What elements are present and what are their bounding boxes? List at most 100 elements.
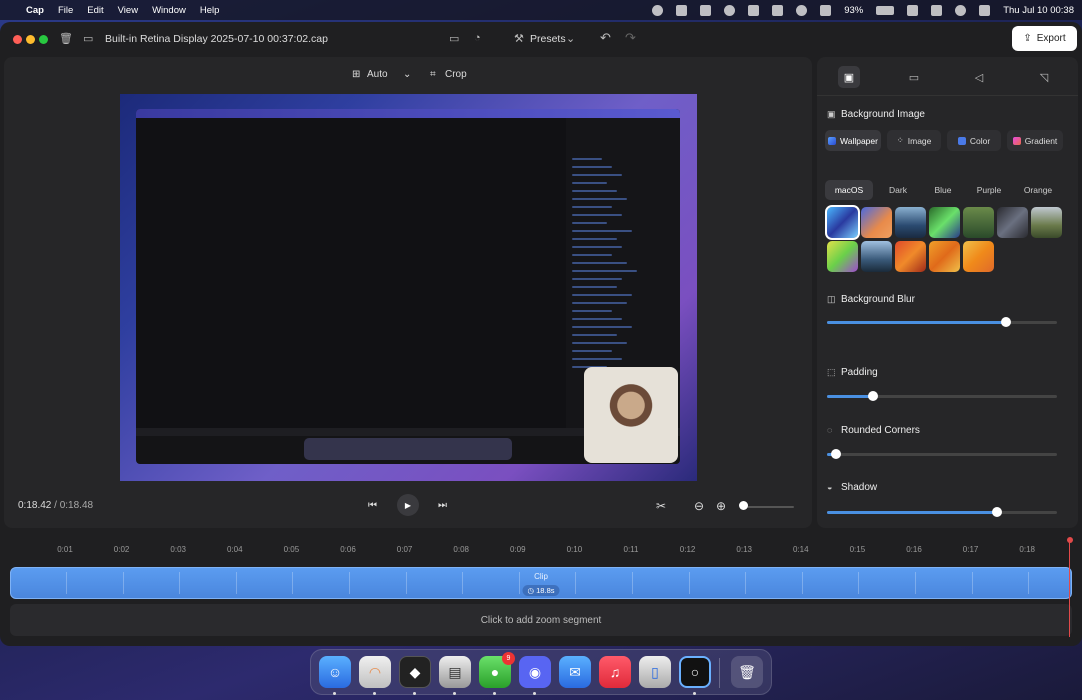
mail-icon[interactable]: ✉ (559, 656, 591, 688)
speed-icon[interactable]: ◔ (474, 32, 481, 44)
theme-tab-purple[interactable]: Purple (967, 180, 1011, 200)
padding-thumb[interactable] (868, 391, 878, 401)
menu-help[interactable]: Help (200, 5, 220, 16)
menu-file[interactable]: File (58, 5, 73, 16)
timeline-tick: 0:07 (396, 545, 413, 554)
arc-browser-icon[interactable]: ◠ (359, 656, 391, 688)
shadow-thumb[interactable] (992, 507, 1003, 517)
grid-status-icon[interactable] (700, 4, 712, 16)
focus-icon[interactable] (796, 4, 808, 16)
menubar-clock[interactable]: Thu Jul 10 00:38 (1003, 5, 1074, 16)
battery-icon[interactable] (876, 5, 895, 15)
menu-edit[interactable]: Edit (87, 5, 103, 16)
export-label: Export (1036, 33, 1066, 44)
theme-tab-macos[interactable]: macOS (825, 180, 873, 200)
menu-app-name[interactable]: Cap (26, 5, 44, 16)
cap-app-icon[interactable]: ○ (679, 656, 711, 688)
padding-slider[interactable] (827, 391, 1057, 401)
bg-type-color[interactable]: Color (947, 130, 1001, 151)
theme-tab-dark[interactable]: Dark (878, 180, 918, 200)
discord-icon[interactable]: ◉ (519, 656, 551, 688)
music-icon[interactable]: ♫ (599, 656, 631, 688)
crop-icon[interactable]: ⌗ (430, 69, 436, 80)
messages-icon[interactable]: ● 9 (479, 652, 515, 688)
wallpaper-thumb-12[interactable] (963, 241, 994, 272)
control-center-icon[interactable] (979, 4, 991, 16)
aspect-ratio-button[interactable]: Auto (367, 69, 388, 80)
skip-back-icon[interactable]: ⏮ (368, 500, 377, 511)
gradient-swatch-icon (1012, 136, 1021, 145)
window-icon[interactable] (820, 4, 832, 16)
magic-wand-icon[interactable]: ⚒ (514, 32, 524, 45)
wallpaper-thumb-7[interactable] (1031, 207, 1062, 238)
volume-icon[interactable] (931, 4, 943, 16)
rounded-corners-slider[interactable] (827, 449, 1057, 459)
shadow-slider[interactable] (827, 507, 1057, 517)
timeline-tick: 0:10 (566, 545, 583, 554)
redo-icon[interactable]: ↷ (625, 30, 636, 46)
wallpaper-thumb-2[interactable] (861, 207, 892, 238)
play-button[interactable]: ▶ (397, 494, 419, 516)
cursor-app-icon[interactable]: ◆ (399, 656, 431, 688)
preview-app-icon[interactable]: ▯ (639, 656, 671, 688)
padding-icon: ⬚ (827, 367, 836, 377)
layout-icon[interactable]: ⊞ (352, 69, 360, 80)
minimize-window-button[interactable] (26, 35, 35, 44)
wallpaper-thumb-6[interactable] (997, 207, 1028, 238)
chevron-down-icon[interactable]: ⌄ (566, 32, 575, 45)
zoom-window-button[interactable] (39, 35, 48, 44)
wallpaper-thumb-11[interactable] (929, 241, 960, 272)
close-window-button[interactable] (13, 35, 22, 44)
control-icon[interactable] (724, 4, 736, 16)
aspect-chevron-icon[interactable]: ⌄ (403, 69, 411, 80)
trash-bin-icon[interactable]: 🗑 (731, 656, 763, 688)
bg-type-image[interactable]: ⁘ Image (887, 130, 941, 151)
skip-forward-icon[interactable]: ⏭ (438, 500, 447, 511)
playhead-handle[interactable] (1067, 537, 1073, 543)
theme-tab-blue[interactable]: Blue (923, 180, 963, 200)
presets-button[interactable]: Presets (530, 33, 566, 45)
timeline-tick: 0:11 (623, 545, 639, 554)
timeline-zoom-thumb[interactable] (739, 501, 748, 510)
zoom-segment-track[interactable]: Click to add zoom segment (10, 604, 1072, 636)
tab-background[interactable]: ▣ (838, 66, 860, 88)
clip-segment[interactable]: Clip ◷ 18.8s (10, 567, 1072, 599)
app-status-icon[interactable] (676, 4, 688, 16)
menu-window[interactable]: Window (152, 5, 186, 16)
wallpaper-thumb-9[interactable] (861, 241, 892, 272)
webcam-overlay[interactable] (584, 367, 678, 463)
screen-icon[interactable] (772, 4, 784, 16)
wallpaper-thumb-5[interactable] (963, 207, 994, 238)
export-button[interactable]: ⇪ Export (1012, 26, 1077, 51)
blur-thumb[interactable] (1001, 317, 1012, 327)
corners-thumb[interactable] (831, 449, 842, 459)
wallpaper-thumb-1[interactable] (825, 205, 860, 240)
bg-type-gradient[interactable]: Gradient (1007, 130, 1063, 151)
undo-icon[interactable]: ↶ (600, 30, 611, 46)
scissors-icon[interactable]: ✂ (656, 499, 666, 513)
notes-app-icon[interactable]: ▤ (439, 656, 471, 688)
finder-icon[interactable]: ☺ (319, 656, 351, 688)
timeline-zoom-slider[interactable] (742, 506, 794, 508)
captions-icon[interactable]: ▭ (449, 32, 459, 45)
zoom-out-icon[interactable]: ⊖ (694, 499, 704, 513)
background-blur-slider[interactable] (827, 317, 1057, 327)
wallpaper-thumb-8[interactable] (827, 241, 858, 272)
recording-status-icon[interactable] (652, 4, 664, 16)
pen-icon[interactable] (748, 4, 760, 16)
crop-button[interactable]: Crop (445, 69, 467, 80)
tab-cursor[interactable]: ◹ (1033, 66, 1055, 88)
wallpaper-thumb-4[interactable] (929, 207, 960, 238)
wallpaper-thumb-3[interactable] (895, 207, 926, 238)
folder-icon[interactable]: ▭ (83, 32, 93, 45)
menu-view[interactable]: View (118, 5, 138, 16)
bg-type-wallpaper[interactable]: Wallpaper (825, 130, 881, 151)
tab-audio[interactable]: ◁ (968, 66, 990, 88)
wifi-icon[interactable] (955, 4, 967, 16)
wallpaper-thumb-10[interactable] (895, 241, 926, 272)
zoom-in-icon[interactable]: ⊕ (716, 499, 726, 513)
theme-tab-orange[interactable]: Orange (1016, 180, 1060, 200)
bluetooth-icon[interactable] (907, 4, 919, 16)
tab-camera[interactable]: ▭ (903, 66, 925, 88)
trash-icon[interactable]: 🗑 (59, 32, 73, 45)
